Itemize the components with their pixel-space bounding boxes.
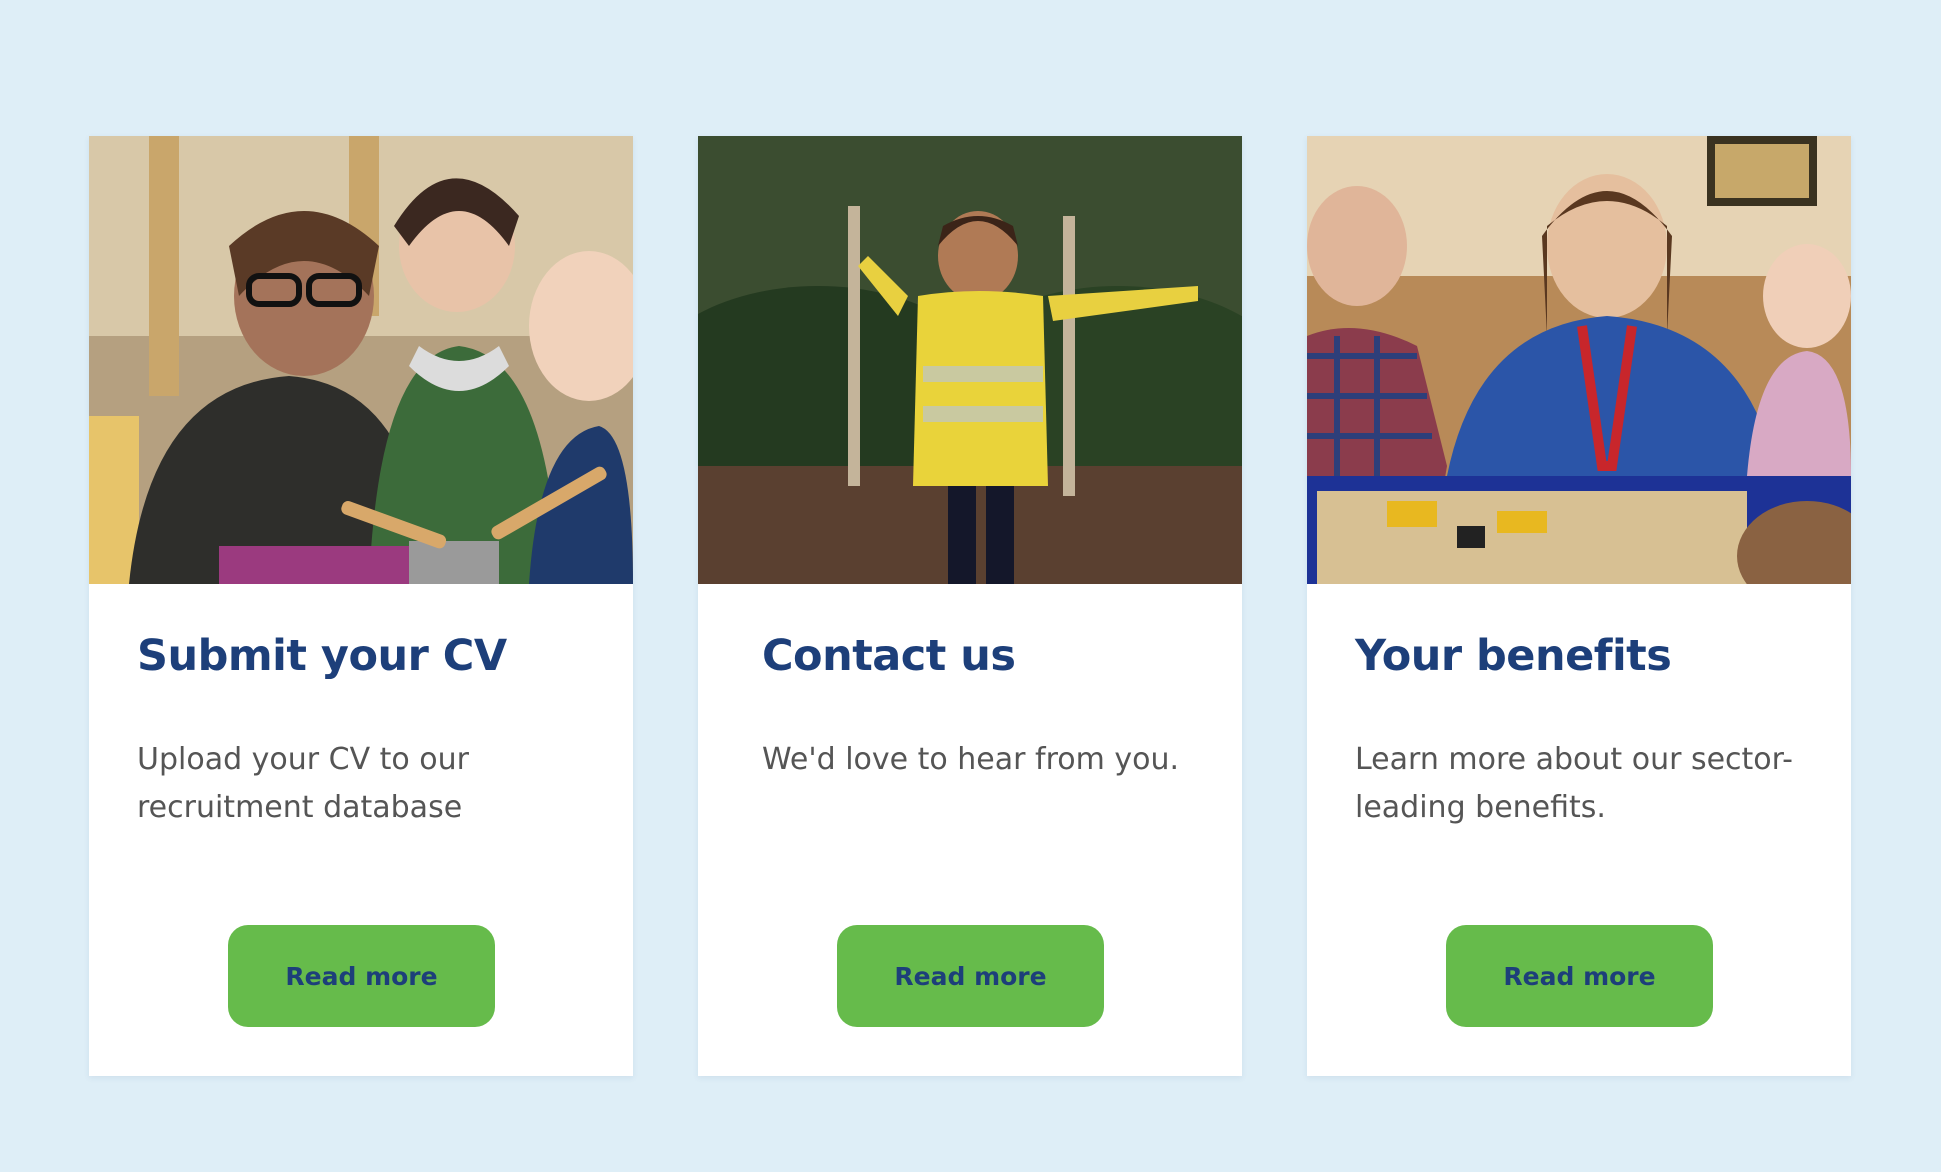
- card-title: Submit your CV: [137, 631, 507, 681]
- card-your-benefits: Your benefits Learn more about our secto…: [1307, 136, 1851, 1076]
- card-grid: Submit your CV Upload your CV to our rec…: [89, 136, 1851, 1076]
- card-submit-cv: Submit your CV Upload your CV to our rec…: [89, 136, 633, 1076]
- card-image: [89, 136, 633, 584]
- card-title: Contact us: [762, 631, 1016, 681]
- read-more-button[interactable]: Read more: [228, 925, 495, 1027]
- card-image: [1307, 136, 1851, 584]
- card-image: [698, 136, 1242, 584]
- card-description: We'd love to hear from you.: [762, 742, 1180, 777]
- card-contact-us: Contact us We'd love to hear from you. R…: [698, 136, 1242, 1076]
- read-more-button[interactable]: Read more: [837, 925, 1104, 1027]
- read-more-button[interactable]: Read more: [1446, 925, 1713, 1027]
- card-title: Your benefits: [1355, 631, 1672, 681]
- card-description: Upload your CV to our recruitment databa…: [137, 742, 470, 825]
- card-description: Learn more about our sector-leading bene…: [1355, 742, 1793, 825]
